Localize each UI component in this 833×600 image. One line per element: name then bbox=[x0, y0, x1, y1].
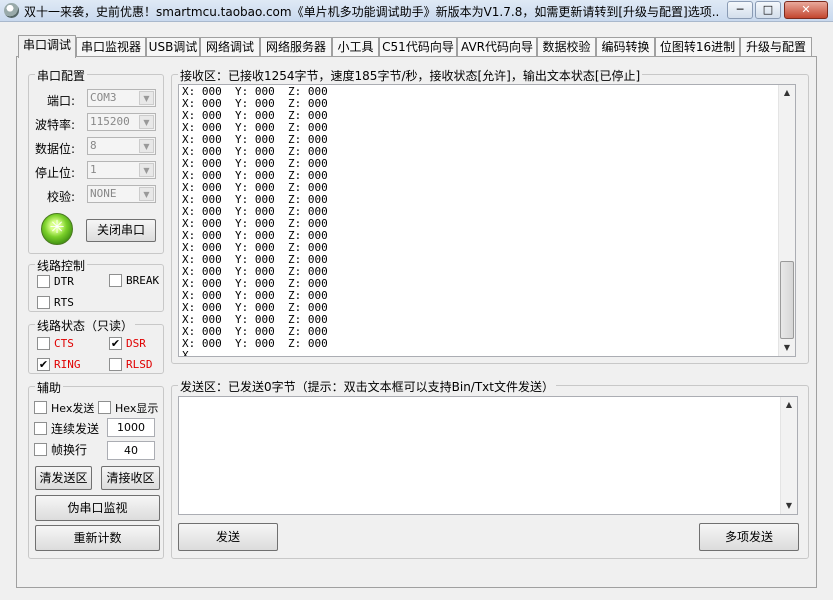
dsr-label: DSR bbox=[126, 337, 146, 350]
rlsd-label: RLSD bbox=[126, 358, 153, 371]
hex-send-label: Hex发送 bbox=[51, 402, 95, 415]
receive-line: X: 000 Y: 000 Z: 000 bbox=[182, 337, 328, 350]
ring-label: RING bbox=[54, 358, 81, 371]
break-checkbox[interactable] bbox=[109, 274, 122, 287]
send-textarea[interactable]: ▲ ▼ bbox=[178, 396, 798, 515]
scroll-down-icon[interactable]: ▼ bbox=[779, 340, 795, 356]
parity-value: NONE bbox=[90, 187, 117, 200]
continuous-interval-input[interactable]: 1000 bbox=[107, 418, 155, 437]
receive-textarea[interactable]: X: 000 Y: 000 Z: 000 X: 000 Y: 000 Z: 000… bbox=[178, 84, 796, 357]
line-status-legend: 线路状态（只读） bbox=[35, 317, 136, 334]
tab-bitmap-hex[interactable]: 位图转16进制 bbox=[655, 37, 740, 57]
cts-checkbox bbox=[37, 337, 50, 350]
stopbits-label: 停止位: bbox=[35, 166, 76, 180]
title-bar[interactable]: 双十一来袭，史前优惠！smartmcu.taobao.com《单片机多功能调试助… bbox=[0, 0, 833, 22]
cts-label: CTS bbox=[54, 337, 74, 350]
tab-serial-monitor[interactable]: 串口监视器 bbox=[76, 37, 146, 57]
frame-newline-checkbox[interactable] bbox=[34, 443, 47, 456]
tab-c51-wizard[interactable]: C51代码向导 bbox=[379, 37, 457, 57]
frame-value-input[interactable]: 40 bbox=[107, 441, 155, 460]
scroll-down-icon[interactable]: ▼ bbox=[781, 498, 797, 514]
chevron-down-icon: ▼ bbox=[139, 115, 154, 129]
scroll-up-icon[interactable]: ▲ bbox=[779, 85, 795, 101]
minimize-button[interactable]: ─ bbox=[727, 1, 753, 19]
databits-value: 8 bbox=[90, 139, 97, 152]
send-legend: 发送区：已发送0字节（提示：双击文本框可以支持Bin/Txt文件发送） bbox=[178, 378, 556, 395]
ring-checkbox: ✔ bbox=[37, 358, 50, 371]
rts-label: RTS bbox=[54, 296, 74, 309]
port-select[interactable]: COM3 ▼ bbox=[87, 89, 156, 107]
parity-select[interactable]: NONE ▼ bbox=[87, 185, 156, 203]
tab-data-checksum[interactable]: 数据校验 bbox=[537, 37, 596, 57]
app-icon bbox=[4, 3, 19, 18]
assist-legend: 辅助 bbox=[35, 379, 64, 396]
baud-select[interactable]: 115200 ▼ bbox=[87, 113, 156, 131]
tab-avr-wizard[interactable]: AVR代码向导 bbox=[457, 37, 537, 57]
stopbits-select[interactable]: 1 ▼ bbox=[87, 161, 156, 179]
port-status-led-icon bbox=[41, 213, 73, 245]
tab-tools[interactable]: 小工具 bbox=[332, 37, 379, 57]
chevron-down-icon: ▼ bbox=[139, 187, 154, 201]
port-value: COM3 bbox=[90, 91, 117, 104]
send-scrollbar[interactable]: ▲ ▼ bbox=[780, 397, 797, 514]
chevron-down-icon: ▼ bbox=[139, 91, 154, 105]
baud-value: 115200 bbox=[90, 115, 130, 128]
rlsd-checkbox bbox=[109, 358, 122, 371]
send-button[interactable]: 发送 bbox=[178, 523, 278, 551]
tab-encoding[interactable]: 编码转换 bbox=[596, 37, 655, 57]
parity-label: 校验: bbox=[47, 190, 76, 204]
line-control-legend: 线路控制 bbox=[35, 257, 88, 274]
hex-display-checkbox[interactable] bbox=[98, 401, 111, 414]
clear-send-button[interactable]: 清发送区 bbox=[35, 466, 92, 490]
clear-receive-button[interactable]: 清接收区 bbox=[101, 466, 160, 490]
tab-network-server[interactable]: 网络服务器 bbox=[260, 37, 332, 57]
dsr-checkbox: ✔ bbox=[109, 337, 122, 350]
continuous-send-label: 连续发送 bbox=[51, 422, 100, 436]
port-label: 端口: bbox=[47, 94, 76, 108]
hex-display-label: Hex显示 bbox=[115, 402, 159, 415]
close-port-button[interactable]: 关闭串口 bbox=[86, 219, 156, 242]
chevron-down-icon: ▼ bbox=[139, 139, 154, 153]
tab-usb-debug[interactable]: USB调试 bbox=[146, 37, 200, 57]
receive-text: X: 000 Y: 000 Z: 000 X: 000 Y: 000 Z: 000… bbox=[182, 86, 328, 357]
continuous-send-checkbox[interactable] bbox=[34, 422, 47, 435]
receive-legend: 接收区：已接收1254字节，速度185字节/秒，接收状态[允许]，输出文本状态[… bbox=[178, 67, 643, 84]
receive-line: X bbox=[182, 349, 189, 357]
receive-scrollbar[interactable]: ▲ ▼ bbox=[778, 85, 795, 356]
chevron-down-icon: ▼ bbox=[139, 163, 154, 177]
close-button[interactable]: ✕ bbox=[784, 1, 828, 19]
maximize-button[interactable]: □ bbox=[755, 1, 781, 19]
pseudo-monitor-button[interactable]: 伪串口监视 bbox=[35, 495, 160, 521]
databits-select[interactable]: 8 ▼ bbox=[87, 137, 156, 155]
multi-send-button[interactable]: 多项发送 bbox=[699, 523, 799, 551]
stopbits-value: 1 bbox=[90, 163, 97, 176]
scroll-thumb[interactable] bbox=[780, 261, 794, 339]
frame-newline-label: 帧换行 bbox=[51, 443, 88, 457]
databits-label: 数据位: bbox=[35, 142, 76, 156]
recount-button[interactable]: 重新计数 bbox=[35, 525, 160, 551]
tab-network-debug[interactable]: 网络调试 bbox=[200, 37, 260, 57]
dtr-label: DTR bbox=[54, 275, 74, 288]
scroll-up-icon[interactable]: ▲ bbox=[781, 397, 797, 413]
baud-label: 波特率: bbox=[35, 118, 76, 132]
break-label: BREAK bbox=[126, 274, 160, 287]
hex-send-checkbox[interactable] bbox=[34, 401, 47, 414]
serial-config-legend: 串口配置 bbox=[35, 67, 88, 84]
dtr-checkbox[interactable] bbox=[37, 275, 50, 288]
tab-serial-debug[interactable]: 串口调试 bbox=[18, 35, 76, 58]
tab-upgrade-config[interactable]: 升级与配置 bbox=[740, 37, 812, 57]
window-title: 双十一来袭，史前优惠！smartmcu.taobao.com《单片机多功能调试助… bbox=[24, 5, 719, 19]
rts-checkbox[interactable] bbox=[37, 296, 50, 309]
